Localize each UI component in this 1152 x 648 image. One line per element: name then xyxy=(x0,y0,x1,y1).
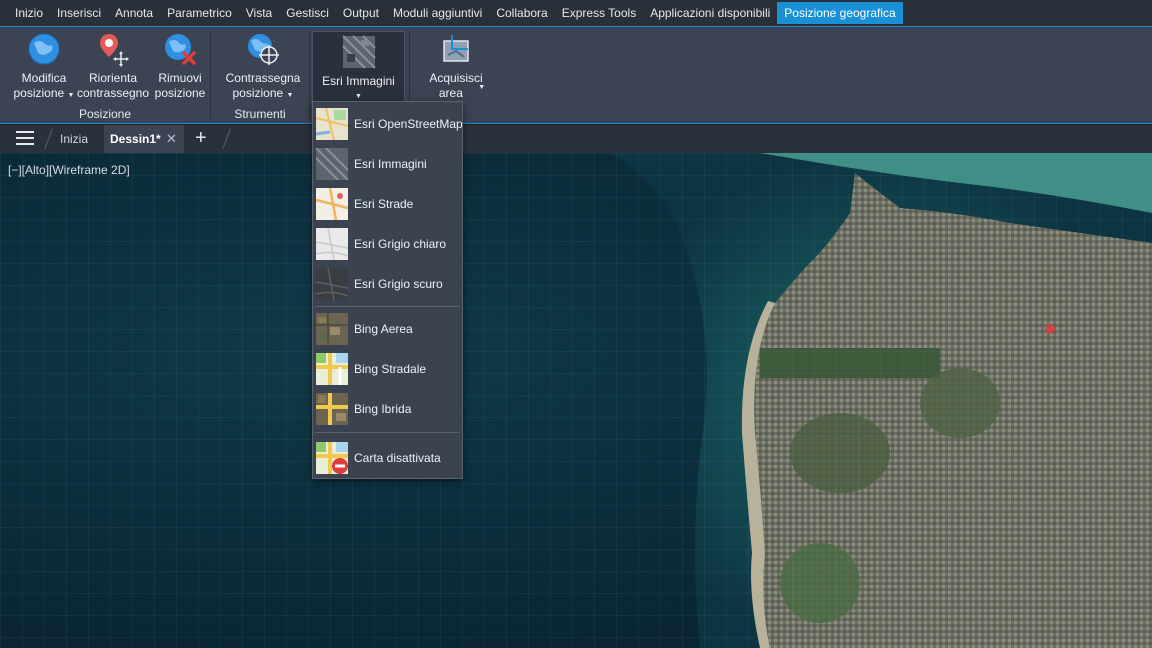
document-tab-bar: Inizia Dessin1* ✕ + xyxy=(0,125,1152,153)
dropdown-label: Esri OpenStreetMap xyxy=(354,117,463,131)
modifica-posizione-button[interactable]: Modifica posizione ▼ xyxy=(12,31,76,103)
modifica-label-1: Modifica xyxy=(21,71,67,85)
dropdown-item-bing-stradale[interactable]: Bing Stradale xyxy=(313,349,462,389)
hamburger-menu-icon[interactable] xyxy=(16,131,34,147)
menu-applicazioni-disponibili[interactable]: Applicazioni disponibili xyxy=(643,2,777,24)
capture-area-icon xyxy=(438,31,474,67)
dropdown-divider xyxy=(315,306,460,307)
bing-hybrid-icon xyxy=(316,393,348,425)
menu-collabora[interactable]: Collabora xyxy=(489,2,554,24)
menu-inizio[interactable]: Inizio xyxy=(8,2,50,24)
modifica-label-2: posizione ▼ xyxy=(13,86,75,100)
rimuovi-label-1: Rimuovi xyxy=(158,71,202,85)
light-gray-map-icon xyxy=(315,227,349,261)
dropdown-item-esri-grigio-scuro[interactable]: Esri Grigio scuro xyxy=(313,264,462,304)
riorienta-label-1: Riorienta xyxy=(88,71,138,85)
riorienta-label-2: contrassegno xyxy=(76,86,150,100)
dropdown-label: Esri Grigio scuro xyxy=(354,277,443,291)
panel-posizione: Modifica posizione ▼ Riorienta contrasse… xyxy=(0,27,210,124)
panel-label-strumenti: Strumenti xyxy=(234,107,286,121)
chevron-down-icon: ▼ xyxy=(478,84,486,91)
globe-edit-icon xyxy=(26,31,62,67)
imagery-map-icon xyxy=(315,147,349,181)
panel-divider xyxy=(309,31,310,119)
chevron-down-icon: ▼ xyxy=(67,92,75,99)
contrassegna-label-2: posizione ▼ xyxy=(232,86,294,100)
menu-output[interactable]: Output xyxy=(336,2,386,24)
riorienta-contrassegno-button[interactable]: Riorienta contrassegno xyxy=(76,31,150,101)
rimuovi-posizione-button[interactable]: Rimuovi posizione xyxy=(152,31,208,101)
panel-strumenti: Contrassegna posizione ▼ Strumenti xyxy=(211,27,309,124)
dropdown-item-carta-disattivata[interactable]: Carta disattivata xyxy=(313,438,462,478)
bing-aerial-icon xyxy=(316,313,348,345)
acquisisci-area-button[interactable]: Acquisisci area ▼ xyxy=(420,31,492,103)
dropdown-label: Bing Stradale xyxy=(354,362,427,376)
dropdown-item-bing-ibrida[interactable]: Bing Ibrida xyxy=(313,389,462,429)
globe-marker-icon xyxy=(245,31,281,67)
dropdown-item-esri-immagini[interactable]: Esri Immagini xyxy=(313,144,462,184)
dropdown-item-esri-strade[interactable]: Esri Strade xyxy=(313,184,462,224)
dropdown-item-bing-aerea[interactable]: Bing Aerea xyxy=(313,309,462,349)
drawing-viewport[interactable]: [−][Alto][Wireframe 2D] xyxy=(0,153,1152,648)
tab-divider xyxy=(222,129,231,149)
dropdown-label: Esri Strade xyxy=(354,197,414,211)
dropdown-item-esri-openstreetmap[interactable]: Esri OpenStreetMap xyxy=(313,104,463,144)
dropdown-label: Carta disattivata xyxy=(354,451,441,465)
menu-moduli-aggiuntivi[interactable]: Moduli aggiuntivi xyxy=(386,2,489,24)
dropdown-label: Bing Ibrida xyxy=(354,402,412,416)
menu-annota[interactable]: Annota xyxy=(108,2,160,24)
menu-gestisci[interactable]: Gestisci xyxy=(279,2,336,24)
viewport-controls-label[interactable]: [−][Alto][Wireframe 2D] xyxy=(8,163,130,177)
menu-vista[interactable]: Vista xyxy=(239,2,279,24)
add-tab-icon[interactable]: + xyxy=(195,128,207,148)
rimuovi-label-2: posizione xyxy=(154,86,206,100)
menu-parametrico[interactable]: Parametrico xyxy=(160,2,239,24)
tab-divider xyxy=(44,129,53,149)
menu-express-tools[interactable]: Express Tools xyxy=(555,2,643,24)
dropdown-item-esri-grigio-chiaro[interactable]: Esri Grigio chiaro xyxy=(313,224,462,264)
bing-road-icon xyxy=(316,353,348,385)
pin-move-icon xyxy=(95,31,131,67)
chevron-down-icon: ▼ xyxy=(286,92,294,99)
dropdown-label: Esri Immagini xyxy=(354,157,427,171)
panel-label-posizione: Posizione xyxy=(78,107,132,121)
map-type-button[interactable]: Esri Immagini ▼ xyxy=(312,31,405,104)
menu-posizione-geografica[interactable]: Posizione geografica xyxy=(777,2,903,24)
dark-gray-map-icon xyxy=(315,267,349,301)
map-type-dropdown: Esri OpenStreetMap Esri Immagini Esri St… xyxy=(312,101,463,479)
map-off-icon xyxy=(316,442,348,474)
dropdown-divider xyxy=(315,432,460,433)
contrassegna-label-1: Contrassegna xyxy=(225,71,301,85)
osm-map-icon xyxy=(315,107,349,141)
menu-inserisci[interactable]: Inserisci xyxy=(50,2,108,24)
contrassegna-posizione-button[interactable]: Contrassegna posizione ▼ xyxy=(219,31,307,103)
dropdown-label: Esri Grigio chiaro xyxy=(354,237,447,251)
streets-map-icon xyxy=(315,187,349,221)
menu-bar: Inizio Inserisci Annota Parametrico Vist… xyxy=(0,0,1152,26)
ribbon: Modifica posizione ▼ Riorienta contrasse… xyxy=(0,26,1152,124)
imagery-map-icon xyxy=(341,34,377,70)
globe-remove-icon xyxy=(162,31,198,67)
tab-inizia[interactable]: Inizia xyxy=(60,125,88,153)
close-tab-icon[interactable]: ✕ xyxy=(166,125,177,153)
map-type-label: Esri Immagini xyxy=(322,74,395,88)
tab-dessin1-label: Dessin1* xyxy=(110,132,161,146)
dropdown-label: Bing Aerea xyxy=(354,322,413,336)
drawing-grid xyxy=(0,153,1152,648)
